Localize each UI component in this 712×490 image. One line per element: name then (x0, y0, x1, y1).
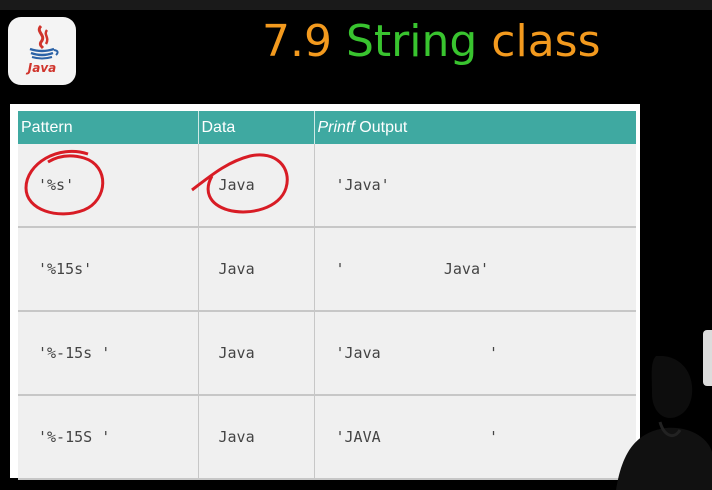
output-cell: 'Java' (314, 144, 636, 228)
header-printf-output: Printf Output (314, 111, 636, 144)
data-cell: Java (198, 144, 315, 228)
output-cell: 'JAVA ' (314, 395, 636, 480)
data-cell: Java (198, 311, 315, 396)
title-word-class: class (491, 16, 601, 67)
top-bar (0, 0, 712, 10)
table-row: '%-15S ' Java 'JAVA ' (18, 395, 636, 480)
header-data: Data (198, 111, 315, 144)
table-row: '%15s' Java ' Java' (18, 227, 636, 312)
header-output: Output (359, 118, 408, 136)
format-table: Pattern Data Printf Output '%s' Java 'Ja… (18, 111, 636, 480)
java-logo-tile: Java (8, 17, 76, 85)
pattern-cell: '%15s' (18, 227, 199, 312)
data-cell: Java (198, 227, 315, 312)
table-row: '%s' Java 'Java' (18, 144, 636, 228)
slide-title: 7.9 String class (262, 14, 601, 70)
table-row: '%-15s ' Java 'Java ' (18, 311, 636, 396)
table-header-row: Pattern Data Printf Output (18, 111, 636, 144)
output-cell: ' Java' (314, 227, 636, 312)
data-cell: Java (198, 395, 315, 480)
presenter-image (616, 356, 712, 490)
title-word-string: String (345, 16, 478, 67)
header-pattern: Pattern (18, 111, 199, 144)
pattern-cell: '%s' (18, 144, 199, 228)
header-printf: Printf (317, 118, 355, 136)
title-number: 7.9 (262, 16, 332, 67)
output-cell: 'Java ' (314, 311, 636, 396)
pattern-cell: '%-15s ' (18, 311, 199, 396)
pattern-cell: '%-15S ' (18, 395, 199, 480)
java-logo-label: Java (27, 61, 57, 75)
format-table-panel: Pattern Data Printf Output '%s' Java 'Ja… (10, 104, 640, 480)
